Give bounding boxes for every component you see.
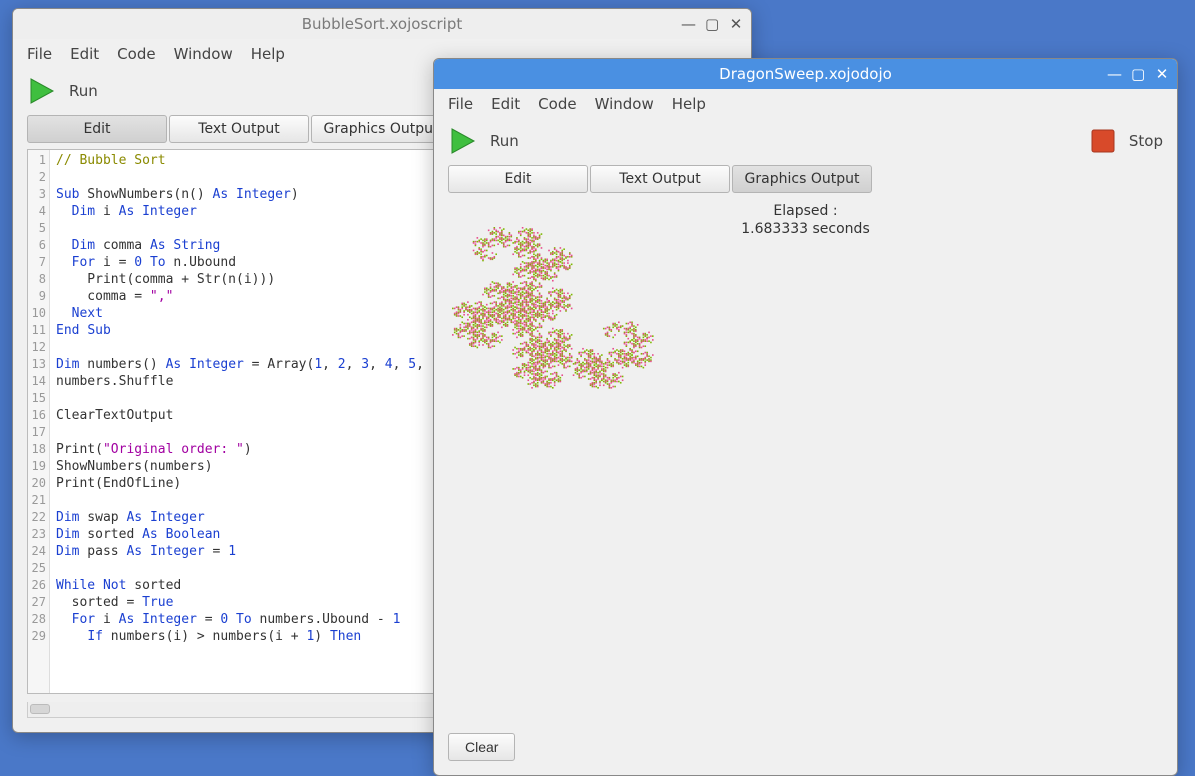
fractal-graphic <box>442 217 662 397</box>
elapsed-label: Elapsed : <box>741 203 869 221</box>
menubar: File Edit Code Window Help <box>434 89 1177 119</box>
window-title: BubbleSort.xojoscript <box>302 15 463 33</box>
toolbar: Run Stop <box>434 119 1177 163</box>
menu-help[interactable]: Help <box>251 45 285 63</box>
close-icon[interactable]: ✕ <box>1155 65 1169 83</box>
close-icon[interactable]: ✕ <box>729 15 743 33</box>
menu-edit[interactable]: Edit <box>70 45 99 63</box>
clear-button[interactable]: Clear <box>448 733 515 761</box>
menu-help[interactable]: Help <box>672 95 706 113</box>
stop-icon[interactable] <box>1089 127 1117 155</box>
minimize-icon[interactable]: — <box>681 15 695 33</box>
titlebar[interactable]: DragonSweep.xojodojo — ▢ ✕ <box>434 59 1177 89</box>
tab-text-output[interactable]: Text Output <box>590 165 730 193</box>
menu-code[interactable]: Code <box>117 45 155 63</box>
maximize-icon[interactable]: ▢ <box>1131 65 1145 83</box>
tab-edit[interactable]: Edit <box>448 165 588 193</box>
tab-graphics-output[interactable]: Graphics Output <box>732 165 872 193</box>
tab-graphics-output[interactable]: Graphics Output <box>311 115 451 143</box>
run-button-label[interactable]: Run <box>69 82 98 100</box>
run-button-label[interactable]: Run <box>490 132 519 150</box>
tab-edit[interactable]: Edit <box>27 115 167 143</box>
minimize-icon[interactable]: — <box>1107 65 1121 83</box>
maximize-icon[interactable]: ▢ <box>705 15 719 33</box>
tab-text-output[interactable]: Text Output <box>169 115 309 143</box>
window-dragonsweep: DragonSweep.xojodojo — ▢ ✕ File Edit Cod… <box>433 58 1178 776</box>
menu-file[interactable]: File <box>448 95 473 113</box>
menu-window[interactable]: Window <box>595 95 654 113</box>
elapsed-readout: Elapsed : 1.683333 seconds <box>741 203 869 238</box>
menu-edit[interactable]: Edit <box>491 95 520 113</box>
window-title: DragonSweep.xojodojo <box>719 65 892 83</box>
play-icon[interactable] <box>448 126 478 156</box>
titlebar[interactable]: BubbleSort.xojoscript — ▢ ✕ <box>13 9 751 39</box>
scrollbar-thumb[interactable] <box>30 704 50 714</box>
line-gutter: 1 2 3 4 5 6 7 8 9 10 11 12 13 14 15 16 1… <box>28 150 50 693</box>
stop-button-label[interactable]: Stop <box>1129 132 1163 150</box>
elapsed-value: 1.683333 seconds <box>741 221 869 239</box>
menu-code[interactable]: Code <box>538 95 576 113</box>
menu-file[interactable]: File <box>27 45 52 63</box>
tab-bar: Edit Text Output Graphics Output <box>434 163 1177 199</box>
menu-window[interactable]: Window <box>174 45 233 63</box>
play-icon[interactable] <box>27 76 57 106</box>
graphics-output-panel: Elapsed : 1.683333 seconds <box>448 199 1163 723</box>
